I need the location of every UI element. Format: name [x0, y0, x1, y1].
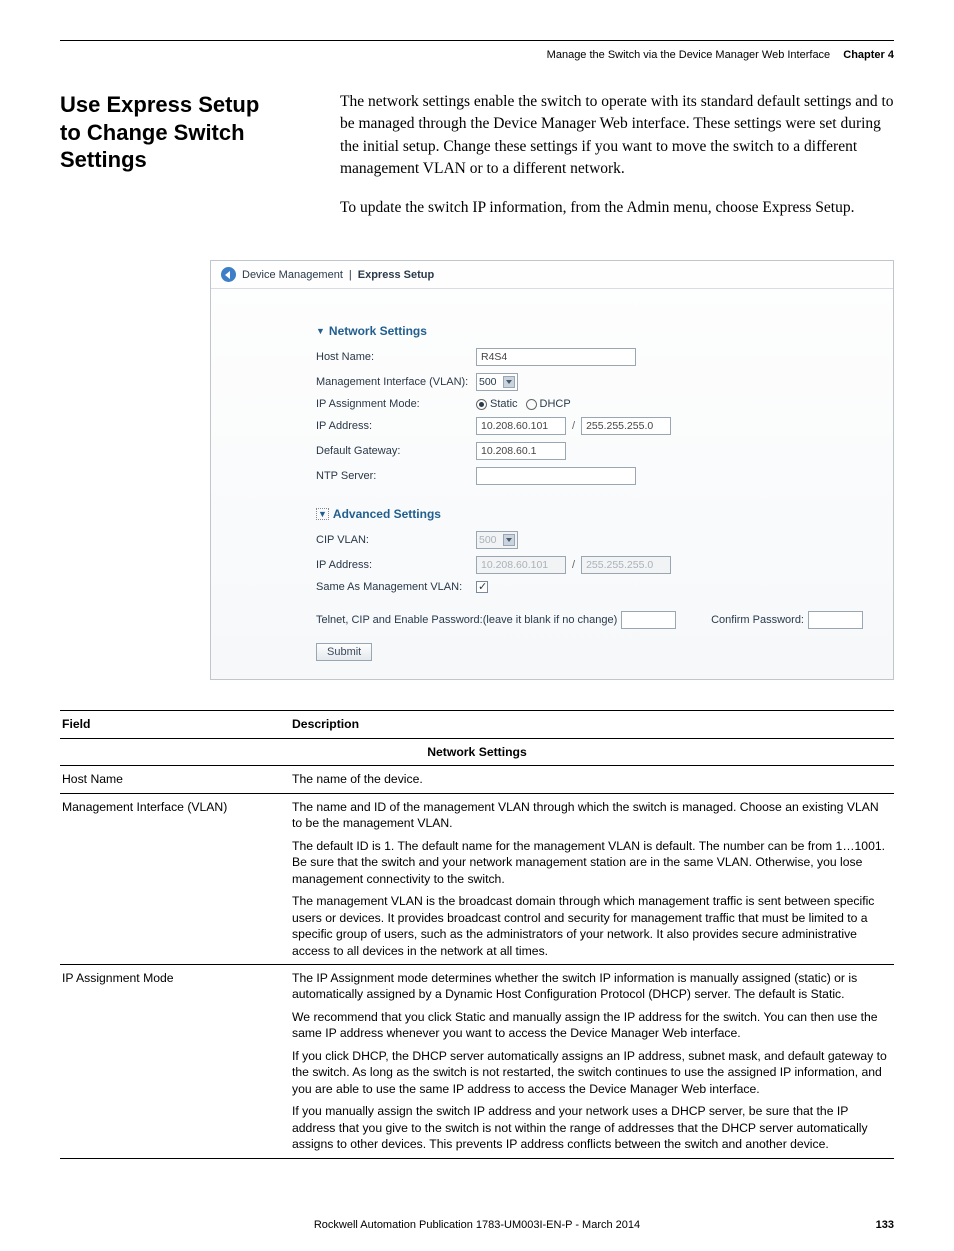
field-ip-mode: IP Assignment Mode — [60, 964, 290, 1158]
password-input[interactable] — [621, 611, 676, 629]
cip-ip-input — [476, 556, 566, 574]
same-vlan-label: Same As Management VLAN: — [316, 581, 476, 593]
ip-mode-label: IP Assignment Mode: — [316, 398, 476, 410]
dhcp-radio[interactable] — [526, 399, 537, 410]
page-footer: Rockwell Automation Publication 1783-UM0… — [60, 1219, 894, 1231]
advanced-settings-header[interactable]: ▼ Advanced Settings — [316, 507, 863, 521]
ntp-label: NTP Server: — [316, 470, 476, 482]
ntp-input[interactable] — [476, 467, 636, 485]
desc-host-name: The name of the device. — [290, 766, 894, 793]
host-name-input[interactable] — [476, 348, 636, 366]
chevron-down-icon — [503, 376, 515, 388]
desc-mgmt-vlan: The name and ID of the management VLAN t… — [290, 793, 894, 964]
static-radio[interactable] — [476, 399, 487, 410]
mgmt-vlan-label: Management Interface (VLAN): — [316, 376, 476, 388]
table-row: IP Assignment Mode The IP Assignment mod… — [60, 964, 894, 1158]
table-row: Host Name The name of the device. — [60, 766, 894, 793]
breadcrumb: Device Management | Express Setup — [211, 261, 893, 289]
chevron-down-icon: ▼ — [316, 508, 329, 520]
submit-button[interactable]: Submit — [316, 643, 372, 661]
gateway-input[interactable] — [476, 442, 566, 460]
header-title: Manage the Switch via the Device Manager… — [547, 49, 831, 61]
ip-address-input[interactable] — [476, 417, 566, 435]
confirm-password-label: Confirm Password: — [711, 614, 804, 626]
chapter-label: Chapter 4 — [843, 49, 894, 61]
breadcrumb-device-mgmt[interactable]: Device Management — [242, 269, 343, 281]
ip-address-label: IP Address: — [316, 420, 476, 432]
intro-para-2: To update the switch IP information, fro… — [340, 197, 894, 219]
table-row: Management Interface (VLAN) The name and… — [60, 793, 894, 964]
cip-ip-label: IP Address: — [316, 559, 476, 571]
chevron-down-icon: ▼ — [316, 326, 325, 336]
section-heading: Use Express Setup to Change Switch Setti… — [60, 91, 310, 235]
cip-vlan-label: CIP VLAN: — [316, 534, 476, 546]
field-host-name: Host Name — [60, 766, 290, 793]
breadcrumb-express-setup: Express Setup — [358, 269, 434, 281]
table-section-network: Network Settings — [60, 738, 894, 765]
host-name-label: Host Name: — [316, 351, 476, 363]
network-settings-header[interactable]: ▼ Network Settings — [316, 324, 863, 338]
field-description-table: Field Description Network Settings Host … — [60, 710, 894, 1158]
password-label: Telnet, CIP and Enable Password:(leave i… — [316, 614, 617, 626]
back-icon[interactable] — [221, 267, 236, 282]
desc-ip-mode: The IP Assignment mode determines whethe… — [290, 964, 894, 1158]
mgmt-vlan-select[interactable]: 500 — [476, 373, 518, 391]
page-number: 133 — [876, 1219, 894, 1231]
express-setup-panel: Device Management | Express Setup ▼ Netw… — [210, 260, 894, 680]
gateway-label: Default Gateway: — [316, 445, 476, 457]
subnet-mask-input[interactable] — [581, 417, 671, 435]
chevron-down-icon — [503, 534, 515, 546]
same-vlan-checkbox[interactable] — [476, 581, 488, 593]
body-copy: The network settings enable the switch t… — [340, 91, 894, 235]
col-description: Description — [290, 711, 894, 738]
field-mgmt-vlan: Management Interface (VLAN) — [60, 793, 290, 964]
publication-info: Rockwell Automation Publication 1783-UM0… — [314, 1219, 640, 1231]
running-header: Manage the Switch via the Device Manager… — [60, 49, 894, 61]
confirm-password-input[interactable] — [808, 611, 863, 629]
intro-para-1: The network settings enable the switch t… — [340, 91, 894, 181]
cip-vlan-select: 500 — [476, 531, 518, 549]
cip-mask-input — [581, 556, 671, 574]
col-field: Field — [60, 711, 290, 738]
